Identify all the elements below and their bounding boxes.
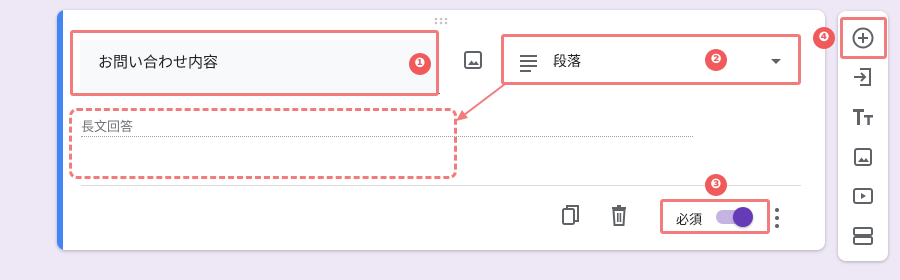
annotation-badge-3: ❸ xyxy=(705,174,727,196)
annotation-badge-1: ❶ xyxy=(409,53,431,75)
annotation-arrow xyxy=(456,83,506,121)
annotation-badge-4: ❹ xyxy=(813,27,835,49)
annotation-badge-2: ❷ xyxy=(705,49,727,71)
